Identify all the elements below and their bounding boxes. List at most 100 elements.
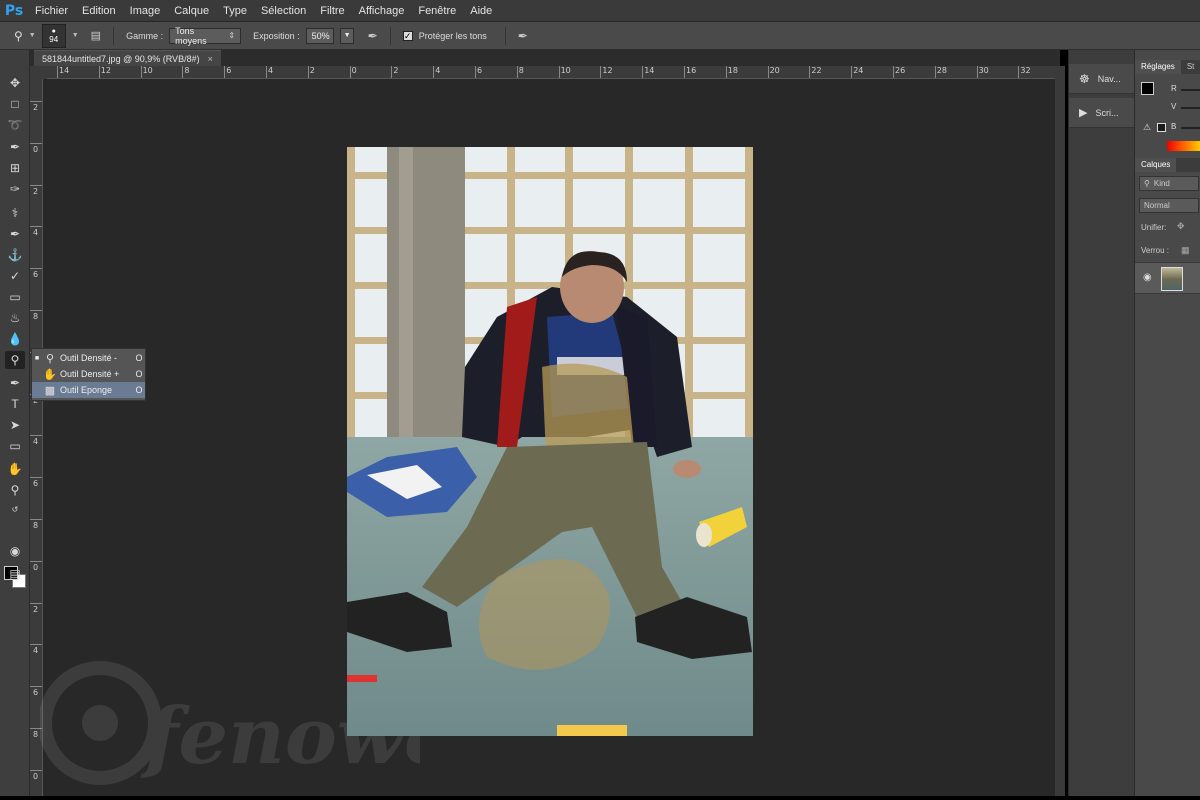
crop-tool-icon[interactable]: ⊞ <box>5 159 25 177</box>
eyedropper-tool-icon[interactable]: ✑ <box>5 180 25 198</box>
b-slider[interactable] <box>1181 127 1200 129</box>
tool-preset-dodge-icon[interactable]: ⚲ <box>14 29 23 43</box>
chevron-down-icon: ▼ <box>343 32 351 39</box>
brush-dot-icon: ● <box>51 27 56 35</box>
ruler-label: 4 <box>33 437 39 447</box>
eye-icon[interactable]: ◉ <box>1143 272 1152 283</box>
ruler-label: 22 <box>811 66 822 75</box>
zoom-tool-icon[interactable]: ⚲ <box>5 481 25 499</box>
tab-calques[interactable]: Calques <box>1135 158 1177 172</box>
burn-icon: ✋ <box>43 368 57 381</box>
blend-mode-select[interactable]: Normal <box>1139 198 1199 213</box>
gamme-select[interactable]: Tons moyens ⇕ <box>169 26 242 46</box>
brush-panel-icon[interactable]: ▤ <box>91 29 101 42</box>
menu-image[interactable]: Image <box>123 0 168 22</box>
scripts-panel-button[interactable]: ▶ Scri... <box>1069 98 1135 128</box>
ruler-tick <box>30 519 42 520</box>
tools-panel: ✥ □ ➰ ✒ ⊞ ✑ ⚕ ✒ ⚓ ✓ ▭ ♨ 💧 ⚲ ✒ T ➤ ▭ ✋ ⚲ … <box>0 50 30 800</box>
tab-reglages[interactable]: Réglages <box>1135 60 1181 74</box>
flyout-label: Outil Densité + <box>60 369 120 379</box>
brush-size-picker[interactable]: ● 94 <box>41 23 66 48</box>
menu-selection[interactable]: Sélection <box>254 0 313 22</box>
close-icon[interactable]: × <box>208 54 213 64</box>
dodge-tool-icon[interactable]: ⚲ <box>5 351 25 369</box>
ruler-tick <box>30 560 42 562</box>
horizontal-ruler[interactable]: 14 12 10 8 6 4 2 0 2 4 6 8 10 12 14 16 18 20 22 24 26 28 30 32 <box>47 66 1055 79</box>
dodge-icon: ⚲ <box>45 352 55 365</box>
path-selection-tool-icon[interactable]: ➤ <box>5 416 25 434</box>
ruler-label: 2 <box>393 66 399 75</box>
swap-colors-icon[interactable]: ↺ <box>5 500 25 518</box>
unify-position-icon[interactable]: ✥ <box>1177 221 1185 232</box>
hand-tool-icon[interactable]: ✋ <box>5 460 25 478</box>
flyout-item-dodge[interactable]: ■ ⚲ Outil Densité - O <box>32 350 145 366</box>
lock-label: Verrou : <box>1141 246 1170 255</box>
navigator-icon: ☸ <box>1079 71 1090 86</box>
history-brush-tool-icon[interactable]: ✓ <box>5 267 25 285</box>
exposition-label: Exposition : <box>253 30 300 41</box>
vertical-scrollbar[interactable] <box>1055 66 1065 796</box>
ruler-corner[interactable] <box>30 66 47 79</box>
color-ramp[interactable] <box>1167 141 1200 151</box>
type-tool-icon[interactable]: T <box>5 395 25 413</box>
navigator-panel-button[interactable]: ☸ Nav... <box>1069 64 1135 94</box>
menu-bar: Ps Fichier Edition Image Calque Type Sél… <box>0 0 1200 22</box>
layer-row-background[interactable]: ◉ <box>1135 262 1200 294</box>
flyout-item-sponge[interactable]: ▩ Outil Eponge O <box>32 382 145 398</box>
menu-edition[interactable]: Edition <box>75 0 123 22</box>
quick-mask-icon[interactable]: ◉ <box>5 542 25 560</box>
ruler-label: 4 <box>33 646 39 656</box>
move-tool-icon[interactable]: ✥ <box>5 74 25 92</box>
menu-filtre[interactable]: Filtre <box>313 0 351 22</box>
gamut-swatch[interactable] <box>1157 123 1166 132</box>
ruler-tick <box>558 66 560 78</box>
paint-bucket-tool-icon[interactable]: ♨ <box>5 309 25 327</box>
eraser-tool-icon[interactable]: ▭ <box>5 288 25 306</box>
quick-selection-tool-icon[interactable]: ✒ <box>5 138 25 156</box>
ruler-tick <box>30 310 42 311</box>
menu-fenetre[interactable]: Fenêtre <box>411 0 463 22</box>
menu-calque[interactable]: Calque <box>167 0 216 22</box>
menu-type[interactable]: Type <box>216 0 254 22</box>
layer-filter-field[interactable]: ⚲ Kind <box>1139 176 1199 191</box>
ruler-label: 6 <box>33 270 39 280</box>
tab-styles[interactable]: St <box>1181 60 1200 74</box>
exposition-slider-button[interactable]: ▼ <box>339 27 354 44</box>
screen-mode-icon[interactable]: ▤ <box>5 565 25 583</box>
document-tab[interactable]: 581844untitled7.jpg @ 90,9% (RVB/8#) × <box>34 50 221 66</box>
v-slider[interactable] <box>1181 107 1200 109</box>
ruler-tick <box>30 435 42 437</box>
brush-picker-chevron-icon[interactable]: ▼ <box>72 32 79 39</box>
ruler-tick <box>642 66 644 78</box>
panel-foreground-swatch[interactable] <box>1141 82 1154 95</box>
lasso-tool-icon[interactable]: ➰ <box>5 116 25 134</box>
color-b-label: B <box>1171 122 1177 131</box>
pressure-size-icon[interactable]: ✒ <box>518 29 528 43</box>
ruler-label: 6 <box>33 479 39 489</box>
ruler-tick <box>30 644 42 646</box>
menu-aide[interactable]: Aide <box>463 0 499 22</box>
healing-brush-tool-icon[interactable]: ⚕ <box>5 204 25 222</box>
menu-fichier[interactable]: Fichier <box>28 0 75 22</box>
ruler-tick <box>433 66 435 78</box>
airbrush-icon[interactable]: ✒ <box>368 29 378 43</box>
ruler-label: 32 <box>1020 66 1031 75</box>
clone-stamp-tool-icon[interactable]: ⚓ <box>5 246 25 264</box>
shape-tool-icon[interactable]: ▭ <box>5 437 25 455</box>
tool-preset-chevron-icon[interactable]: ▼ <box>29 32 36 39</box>
ruler-label: 8 <box>33 730 39 739</box>
collapsed-panel-dock: ☸ Nav... ▶ Scri... <box>1068 50 1135 800</box>
r-slider[interactable] <box>1181 89 1200 91</box>
flyout-item-burn[interactable]: ✋ Outil Densité + O <box>32 366 145 382</box>
protect-tones-label: Protéger les tons <box>418 30 487 41</box>
layer-thumbnail <box>1161 267 1183 291</box>
protect-tones-checkbox[interactable]: ✓ <box>402 30 413 41</box>
exposition-input[interactable]: 50% <box>305 27 334 44</box>
lock-transparency-icon[interactable]: ▦ <box>1181 245 1190 256</box>
brush-tool-icon[interactable]: ✒ <box>5 225 25 243</box>
blur-tool-icon[interactable]: 💧 <box>5 330 25 348</box>
menu-affichage[interactable]: Affichage <box>352 0 412 22</box>
pen-tool-icon[interactable]: ✒ <box>5 374 25 392</box>
ruler-tick <box>140 66 142 78</box>
marquee-tool-icon[interactable]: □ <box>5 95 25 113</box>
